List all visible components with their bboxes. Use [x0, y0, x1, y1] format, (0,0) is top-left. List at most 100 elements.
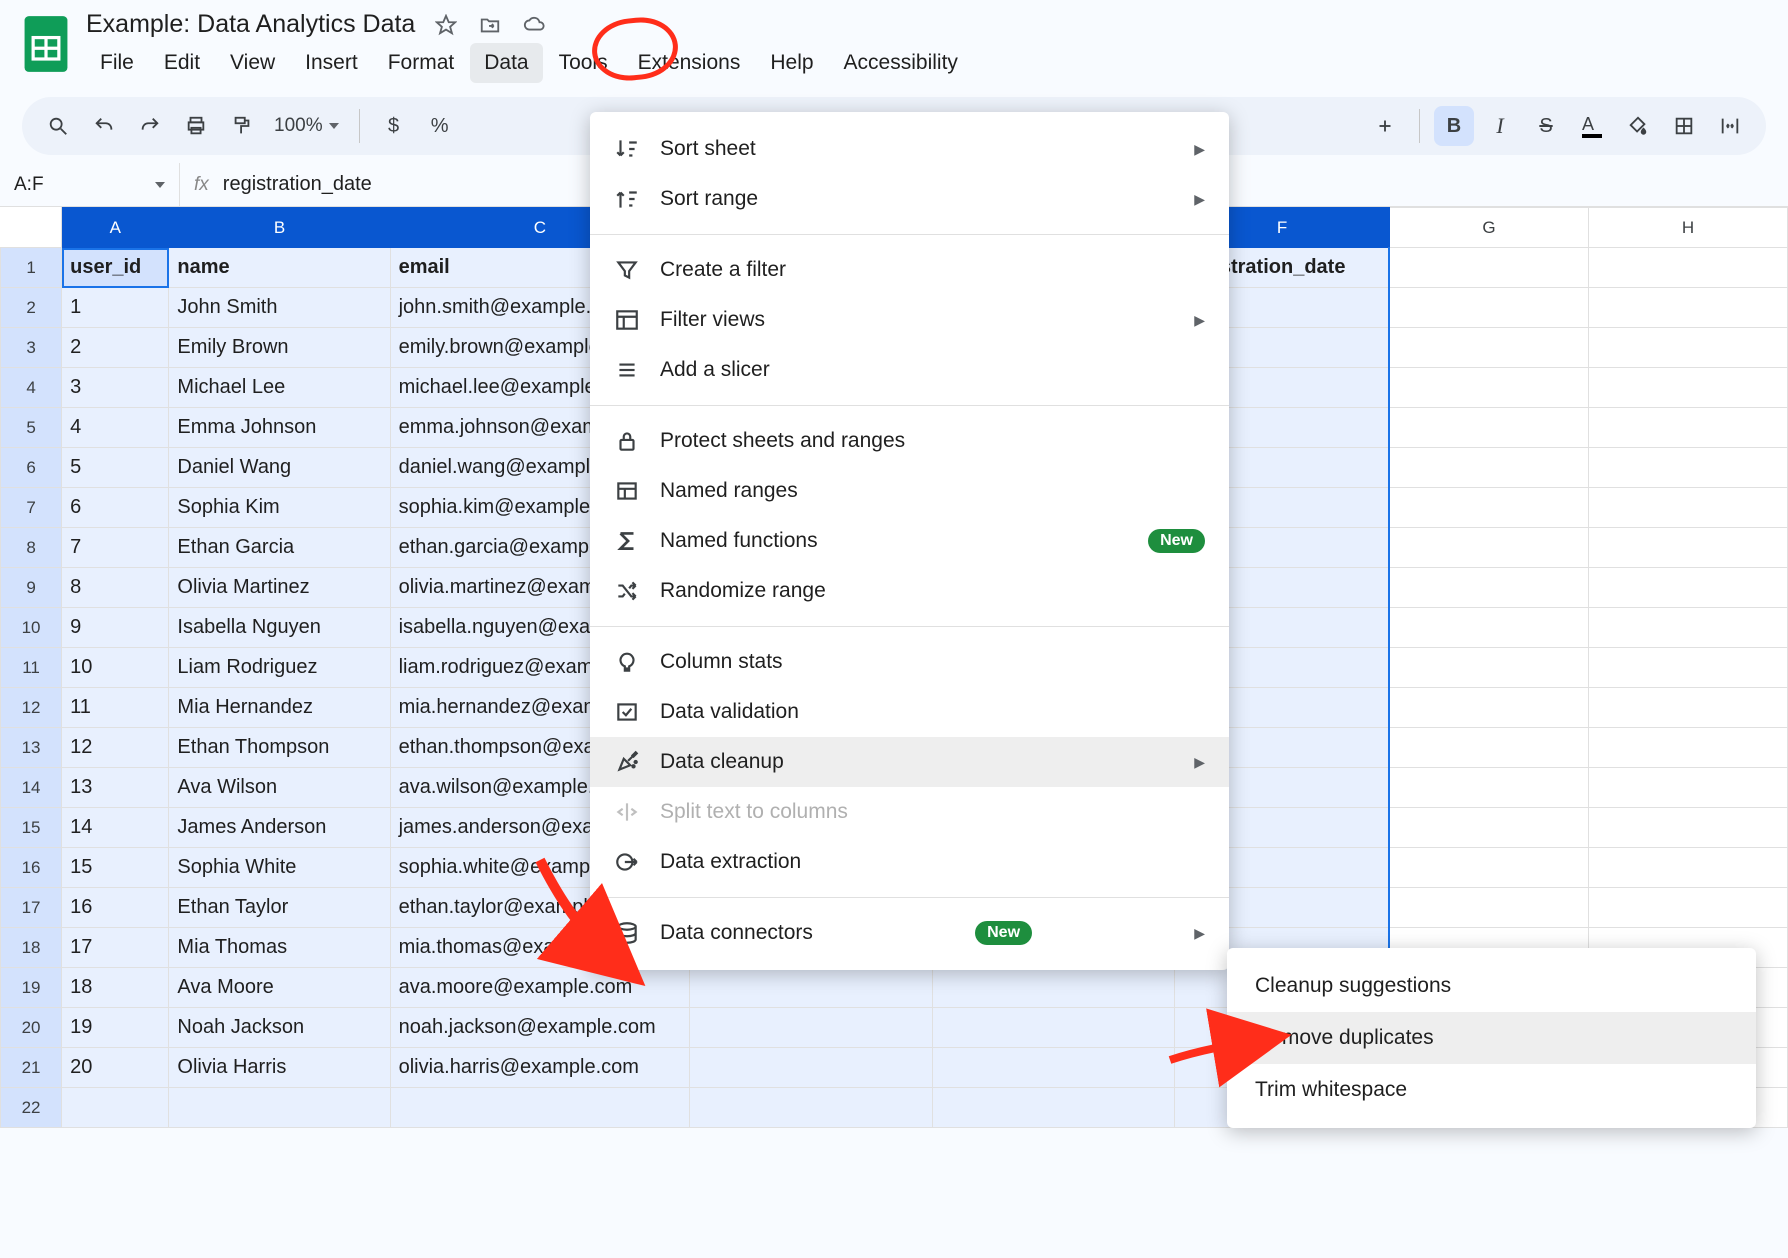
paint-format-icon[interactable]: [222, 106, 262, 146]
menuitem-create-a-filter[interactable]: Create a filter: [590, 245, 1229, 295]
italic-button[interactable]: I: [1480, 106, 1520, 146]
cell-H1[interactable]: [1588, 248, 1787, 288]
column-header-H[interactable]: H: [1588, 208, 1787, 248]
format-currency-button[interactable]: $: [374, 106, 414, 146]
cell-A3[interactable]: 2: [62, 328, 169, 368]
formula-input[interactable]: registration_date: [223, 173, 372, 196]
cell-A8[interactable]: 7: [62, 528, 169, 568]
cell-H7[interactable]: [1588, 488, 1787, 528]
cell-A7[interactable]: 6: [62, 488, 169, 528]
cell-B11[interactable]: Liam Rodriguez: [169, 648, 390, 688]
submenuitem-trim-whitespace[interactable]: Trim whitespace: [1227, 1064, 1756, 1116]
cell-E19[interactable]: [932, 968, 1174, 1008]
row-header-17[interactable]: 17: [1, 888, 62, 928]
cell-C22[interactable]: [390, 1088, 690, 1128]
menu-view[interactable]: View: [216, 43, 289, 83]
cell-B21[interactable]: Olivia Harris: [169, 1048, 390, 1088]
cell-B15[interactable]: James Anderson: [169, 808, 390, 848]
cell-G7[interactable]: [1389, 488, 1588, 528]
cell-A2[interactable]: 1: [62, 288, 169, 328]
cell-A13[interactable]: 12: [62, 728, 169, 768]
menu-data[interactable]: Data: [470, 43, 542, 83]
cell-H13[interactable]: [1588, 728, 1787, 768]
menu-extensions[interactable]: Extensions: [624, 43, 755, 83]
cell-B22[interactable]: [169, 1088, 390, 1128]
redo-icon[interactable]: [130, 106, 170, 146]
name-box[interactable]: A:F: [0, 163, 180, 206]
menuitem-add-a-slicer[interactable]: Add a slicer: [590, 345, 1229, 395]
cell-B4[interactable]: Michael Lee: [169, 368, 390, 408]
cell-B16[interactable]: Sophia White: [169, 848, 390, 888]
row-header-3[interactable]: 3: [1, 328, 62, 368]
menuitem-named-ranges[interactable]: Named ranges: [590, 466, 1229, 516]
cell-B13[interactable]: Ethan Thompson: [169, 728, 390, 768]
search-menu-icon[interactable]: [38, 106, 78, 146]
star-icon[interactable]: [433, 12, 459, 38]
cell-G1[interactable]: [1389, 248, 1588, 288]
fill-color-button[interactable]: [1618, 106, 1658, 146]
menuitem-data-extraction[interactable]: Data extraction: [590, 837, 1229, 887]
cell-H9[interactable]: [1588, 568, 1787, 608]
cell-H14[interactable]: [1588, 768, 1787, 808]
menuitem-data-connectors[interactable]: Data connectorsNew▶: [590, 908, 1229, 958]
print-icon[interactable]: [176, 106, 216, 146]
cell-A22[interactable]: [62, 1088, 169, 1128]
cell-B14[interactable]: Ava Wilson: [169, 768, 390, 808]
menu-accessibility[interactable]: Accessibility: [830, 43, 972, 83]
cell-E20[interactable]: [932, 1008, 1174, 1048]
cell-G4[interactable]: [1389, 368, 1588, 408]
cell-E21[interactable]: [932, 1048, 1174, 1088]
cell-B3[interactable]: Emily Brown: [169, 328, 390, 368]
cell-H12[interactable]: [1588, 688, 1787, 728]
merge-cells-button[interactable]: [1710, 106, 1750, 146]
row-header-2[interactable]: 2: [1, 288, 62, 328]
cell-B20[interactable]: Noah Jackson: [169, 1008, 390, 1048]
menu-insert[interactable]: Insert: [291, 43, 372, 83]
cell-E22[interactable]: [932, 1088, 1174, 1128]
row-header-13[interactable]: 13: [1, 728, 62, 768]
row-header-11[interactable]: 11: [1, 648, 62, 688]
cell-B2[interactable]: John Smith: [169, 288, 390, 328]
cell-H11[interactable]: [1588, 648, 1787, 688]
submenuitem-remove-duplicates[interactable]: Remove duplicates: [1227, 1012, 1756, 1064]
cell-B19[interactable]: Ava Moore: [169, 968, 390, 1008]
row-header-22[interactable]: 22: [1, 1088, 62, 1128]
cell-G16[interactable]: [1389, 848, 1588, 888]
cell-B18[interactable]: Mia Thomas: [169, 928, 390, 968]
cell-B12[interactable]: Mia Hernandez: [169, 688, 390, 728]
row-header-9[interactable]: 9: [1, 568, 62, 608]
column-header-B[interactable]: B: [169, 208, 390, 248]
text-color-button[interactable]: A: [1572, 106, 1612, 146]
cell-G5[interactable]: [1389, 408, 1588, 448]
menu-edit[interactable]: Edit: [150, 43, 214, 83]
menuitem-sort-sheet[interactable]: Sort sheet▶: [590, 124, 1229, 174]
cell-H15[interactable]: [1588, 808, 1787, 848]
menu-format[interactable]: Format: [374, 43, 469, 83]
cell-B8[interactable]: Ethan Garcia: [169, 528, 390, 568]
column-header-G[interactable]: G: [1389, 208, 1588, 248]
cell-H17[interactable]: [1588, 888, 1787, 928]
row-header-4[interactable]: 4: [1, 368, 62, 408]
row-header-7[interactable]: 7: [1, 488, 62, 528]
cell-G14[interactable]: [1389, 768, 1588, 808]
row-header-21[interactable]: 21: [1, 1048, 62, 1088]
cell-H3[interactable]: [1588, 328, 1787, 368]
move-folder-icon[interactable]: [477, 12, 503, 38]
submenuitem-cleanup-suggestions[interactable]: Cleanup suggestions: [1227, 960, 1756, 1012]
row-header-6[interactable]: 6: [1, 448, 62, 488]
cell-C21[interactable]: olivia.harris@example.com: [390, 1048, 690, 1088]
cloud-status-icon[interactable]: [521, 12, 547, 38]
row-header-19[interactable]: 19: [1, 968, 62, 1008]
cell-A5[interactable]: 4: [62, 408, 169, 448]
menuitem-data-validation[interactable]: Data validation: [590, 687, 1229, 737]
menuitem-column-stats[interactable]: Column stats: [590, 637, 1229, 687]
menuitem-sort-range[interactable]: Sort range▶: [590, 174, 1229, 224]
cell-H8[interactable]: [1588, 528, 1787, 568]
undo-icon[interactable]: [84, 106, 124, 146]
cell-H5[interactable]: [1588, 408, 1787, 448]
row-header-20[interactable]: 20: [1, 1008, 62, 1048]
sheets-logo[interactable]: [20, 10, 72, 78]
cell-A18[interactable]: 17: [62, 928, 169, 968]
menuitem-data-cleanup[interactable]: Data cleanup▶: [590, 737, 1229, 787]
cell-A14[interactable]: 13: [62, 768, 169, 808]
